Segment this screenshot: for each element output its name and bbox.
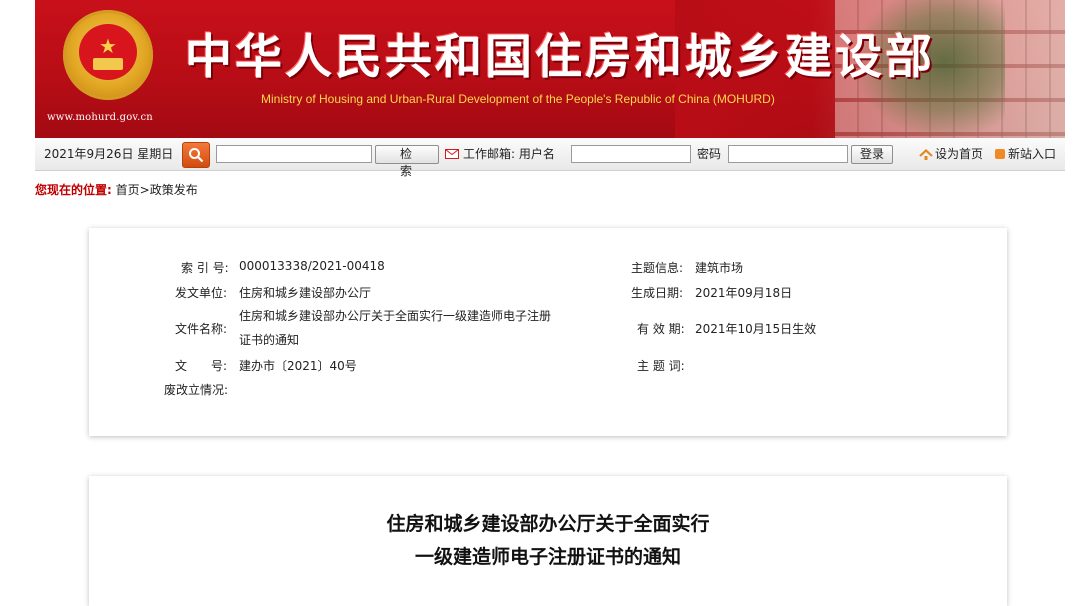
- mailbox-label: 工作邮箱: 用户名: [463, 147, 555, 161]
- status-label: 废改立情况:: [164, 383, 229, 397]
- rss-icon: [995, 149, 1005, 159]
- site-subtitle-en: Ministry of Housing and Urban-Rural Deve…: [261, 92, 775, 106]
- docno-value: 建办市〔2021〕40号: [239, 359, 357, 373]
- set-homepage-link[interactable]: 设为首页: [935, 138, 983, 170]
- issuer-label: 发文单位:: [175, 286, 228, 300]
- username-input[interactable]: [571, 145, 691, 163]
- home-icon: [919, 149, 933, 160]
- index-label: 索 引 号:: [181, 261, 229, 275]
- generated-date-value: 2021年09月18日: [695, 286, 793, 300]
- document-info-card: 索 引 号: 000013338/2021-00418 发文单位: 住房和城乡建…: [89, 228, 1007, 436]
- site-banner: ★ www.mohurd.gov.cn 中华人民共和国住房和城乡建设部 Mini…: [35, 0, 1065, 138]
- search-icon-button[interactable]: [182, 142, 210, 168]
- issuer-value: 住房和城乡建设部办公厅: [239, 286, 372, 300]
- search-button[interactable]: 检 索: [375, 145, 439, 178]
- document-title-line2: 一级建造师电子注册证书的通知: [414, 546, 681, 568]
- docno-label: 文 号:: [175, 359, 228, 373]
- password-label: 密码: [697, 147, 722, 161]
- top-toolbar: 2021年9月26日 星期日 检 索 工作邮箱: 用户名 密码 登录 设为首页 …: [35, 138, 1065, 178]
- search-input[interactable]: [216, 145, 372, 163]
- document-content-card: 住房和城乡建设部办公厅关于全面实行 一级建造师电子注册证书的通知: [89, 476, 1007, 606]
- mail-icon: [445, 149, 459, 159]
- topic-value: 建筑市场: [695, 261, 744, 275]
- breadcrumb: 您现在的位置: 首页>政策发布: [35, 181, 198, 198]
- breadcrumb-path[interactable]: 首页>政策发布: [116, 183, 198, 197]
- index-value: 000013338/2021-00418: [239, 259, 385, 273]
- topic-label: 主题信息:: [631, 261, 684, 275]
- site-title: 中华人民共和国住房和城乡建设部: [185, 30, 935, 85]
- password-input[interactable]: [728, 145, 848, 163]
- keywords-label: 主 题 词:: [637, 359, 685, 373]
- filename-value: 住房和城乡建设部办公厅关于全面实行一级建造师电子注册证书的通知: [239, 309, 552, 347]
- national-emblem-icon: ★: [63, 10, 153, 100]
- login-button[interactable]: 登录: [851, 145, 893, 164]
- current-date: 2021年9月26日 星期日: [44, 147, 174, 161]
- filename-label: 文件名称:: [175, 322, 228, 336]
- new-site-link[interactable]: 新站入口: [1008, 138, 1056, 170]
- document-title-line1: 住房和城乡建设部办公厅关于全面实行: [386, 513, 710, 535]
- validity-value: 2021年10月15日生效: [695, 322, 817, 336]
- search-icon: [189, 148, 204, 163]
- generated-date-label: 生成日期:: [631, 286, 684, 300]
- site-url: www.mohurd.gov.cn: [47, 112, 153, 123]
- breadcrumb-label: 您现在的位置:: [35, 183, 112, 197]
- validity-label: 有 效 期:: [637, 322, 685, 336]
